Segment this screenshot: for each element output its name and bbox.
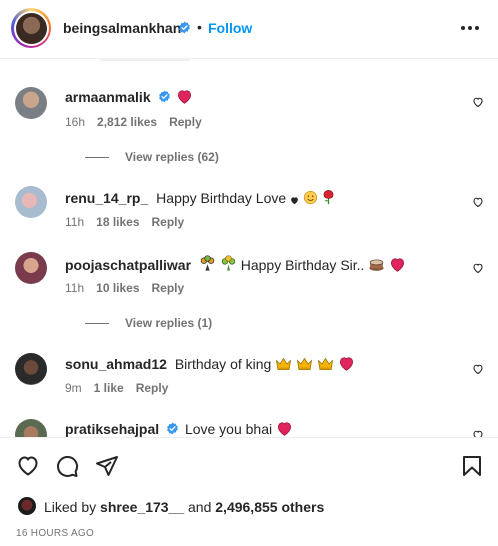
bouquet-emoji-icon	[200, 255, 215, 271]
comment-text-line: pratiksehajpal Love you bhai	[65, 421, 293, 437]
profile-avatar[interactable]	[11, 8, 51, 48]
likes-others-count[interactable]: 2,496,855 others	[215, 499, 324, 515]
view-replies-label: View replies (62)	[125, 150, 219, 164]
more-options-icon[interactable]	[459, 21, 481, 35]
crown-emoji-icon	[317, 357, 334, 370]
likes-summary: Liked by shree_173__ and 2,496,855 other…	[44, 499, 324, 515]
likes-and: and	[188, 499, 212, 515]
birthday-cake-emoji-icon	[369, 259, 384, 271]
comment-username[interactable]: poojaschatpalliwar	[65, 257, 191, 273]
comment-avatar[interactable]	[15, 186, 47, 218]
reply-button[interactable]: Reply	[169, 115, 202, 129]
comment-meta: 9m 1 like Reply	[65, 381, 180, 395]
comment-meta: 16h 2,812 likes Reply	[65, 115, 214, 129]
reply-button[interactable]: Reply	[152, 281, 185, 295]
comment-body: Happy Birthday Love	[156, 190, 287, 206]
like-comment-heart-icon[interactable]	[472, 96, 484, 108]
like-comment-heart-icon[interactable]	[472, 196, 484, 208]
replies-divider	[85, 323, 109, 325]
comment-avatar[interactable]	[15, 87, 47, 119]
header-separator: •	[197, 19, 202, 35]
reply-button[interactable]: Reply	[136, 381, 169, 395]
comment-username[interactable]: renu_14_rp_	[65, 190, 148, 206]
crown-emoji-icon	[276, 357, 292, 370]
comment-text-line: poojaschatpalliwar Happy Birthday Sir..	[65, 255, 406, 273]
comment-body: Happy Birthday Sir..	[240, 257, 365, 273]
comment-username[interactable]: sonu_ahmad12	[65, 356, 167, 372]
comment-time: 11h	[65, 215, 85, 229]
like-comment-heart-icon[interactable]	[472, 262, 484, 274]
post-timestamp[interactable]: 16 HOURS AGO	[16, 528, 94, 539]
comment-time: 11h	[65, 281, 85, 295]
avatar-image	[15, 12, 47, 44]
verified-badge-icon	[179, 21, 190, 34]
comment-avatar[interactable]	[15, 353, 47, 385]
clipped-previous-comment	[0, 59, 498, 65]
share-paper-plane-icon[interactable]	[95, 454, 119, 478]
comment-likes[interactable]: 10 likes	[96, 281, 139, 295]
liker-avatar[interactable]	[18, 497, 36, 515]
comment-body: Love you bhai	[184, 421, 273, 437]
comment-avatar[interactable]	[15, 252, 47, 284]
red-heart-emoji-icon	[278, 422, 291, 436]
post-actions-bar: Liked by shree_173__ and 2,496,855 other…	[0, 437, 498, 546]
view-replies-button[interactable]: View replies (1)	[85, 316, 212, 330]
post-header: beingsalmankhan • Follow	[0, 0, 498, 59]
comment-meta: 11h 10 likes Reply	[65, 281, 196, 295]
reply-button[interactable]: Reply	[152, 215, 185, 229]
comment-time: 16h	[65, 115, 86, 129]
bouquet-emoji-icon	[221, 255, 236, 271]
smiling-face-emoji-icon	[303, 190, 317, 205]
comment-meta: 11h 18 likes Reply	[65, 215, 196, 229]
rose-emoji-icon	[323, 190, 334, 205]
like-heart-icon[interactable]	[16, 454, 40, 478]
replies-divider	[85, 157, 109, 159]
follow-button[interactable]: Follow	[208, 20, 252, 36]
save-bookmark-icon[interactable]	[460, 454, 484, 478]
comment-username[interactable]: pratiksehajpal	[65, 421, 159, 437]
likes-prefix: Liked by	[44, 499, 97, 515]
comment-bubble-icon[interactable]	[55, 454, 79, 478]
red-heart-emoji-icon	[178, 90, 192, 104]
comment-text-line: armaanmalik	[65, 89, 193, 105]
like-comment-heart-icon[interactable]	[472, 363, 484, 375]
view-replies-button[interactable]: View replies (62)	[85, 150, 219, 164]
comment-text-line: renu_14_rp_ Happy Birthday Love	[65, 189, 335, 206]
comment-body: Birthday of king	[174, 356, 272, 372]
crown-emoji-icon	[297, 357, 313, 370]
black-heart-emoji-icon	[291, 197, 298, 205]
comment-likes[interactable]: 2,812 likes	[97, 115, 157, 129]
comment-likes[interactable]: 1 like	[94, 381, 124, 395]
comment-username[interactable]: armaanmalik	[65, 89, 151, 105]
comment-time: 9m	[65, 381, 82, 395]
header-username[interactable]: beingsalmankhan	[63, 20, 181, 36]
red-heart-emoji-icon	[339, 357, 353, 371]
heart-emoji-icon	[391, 258, 405, 272]
verified-badge-icon	[167, 422, 178, 435]
liker-username[interactable]: shree_173__	[100, 499, 184, 515]
comment-text-line: sonu_ahmad12 Birthday of king	[65, 356, 355, 372]
verified-badge-icon	[158, 90, 170, 103]
avatar-ring-inner	[13, 10, 49, 46]
comment-likes[interactable]: 18 likes	[96, 215, 139, 229]
view-replies-label: View replies (1)	[125, 316, 213, 330]
